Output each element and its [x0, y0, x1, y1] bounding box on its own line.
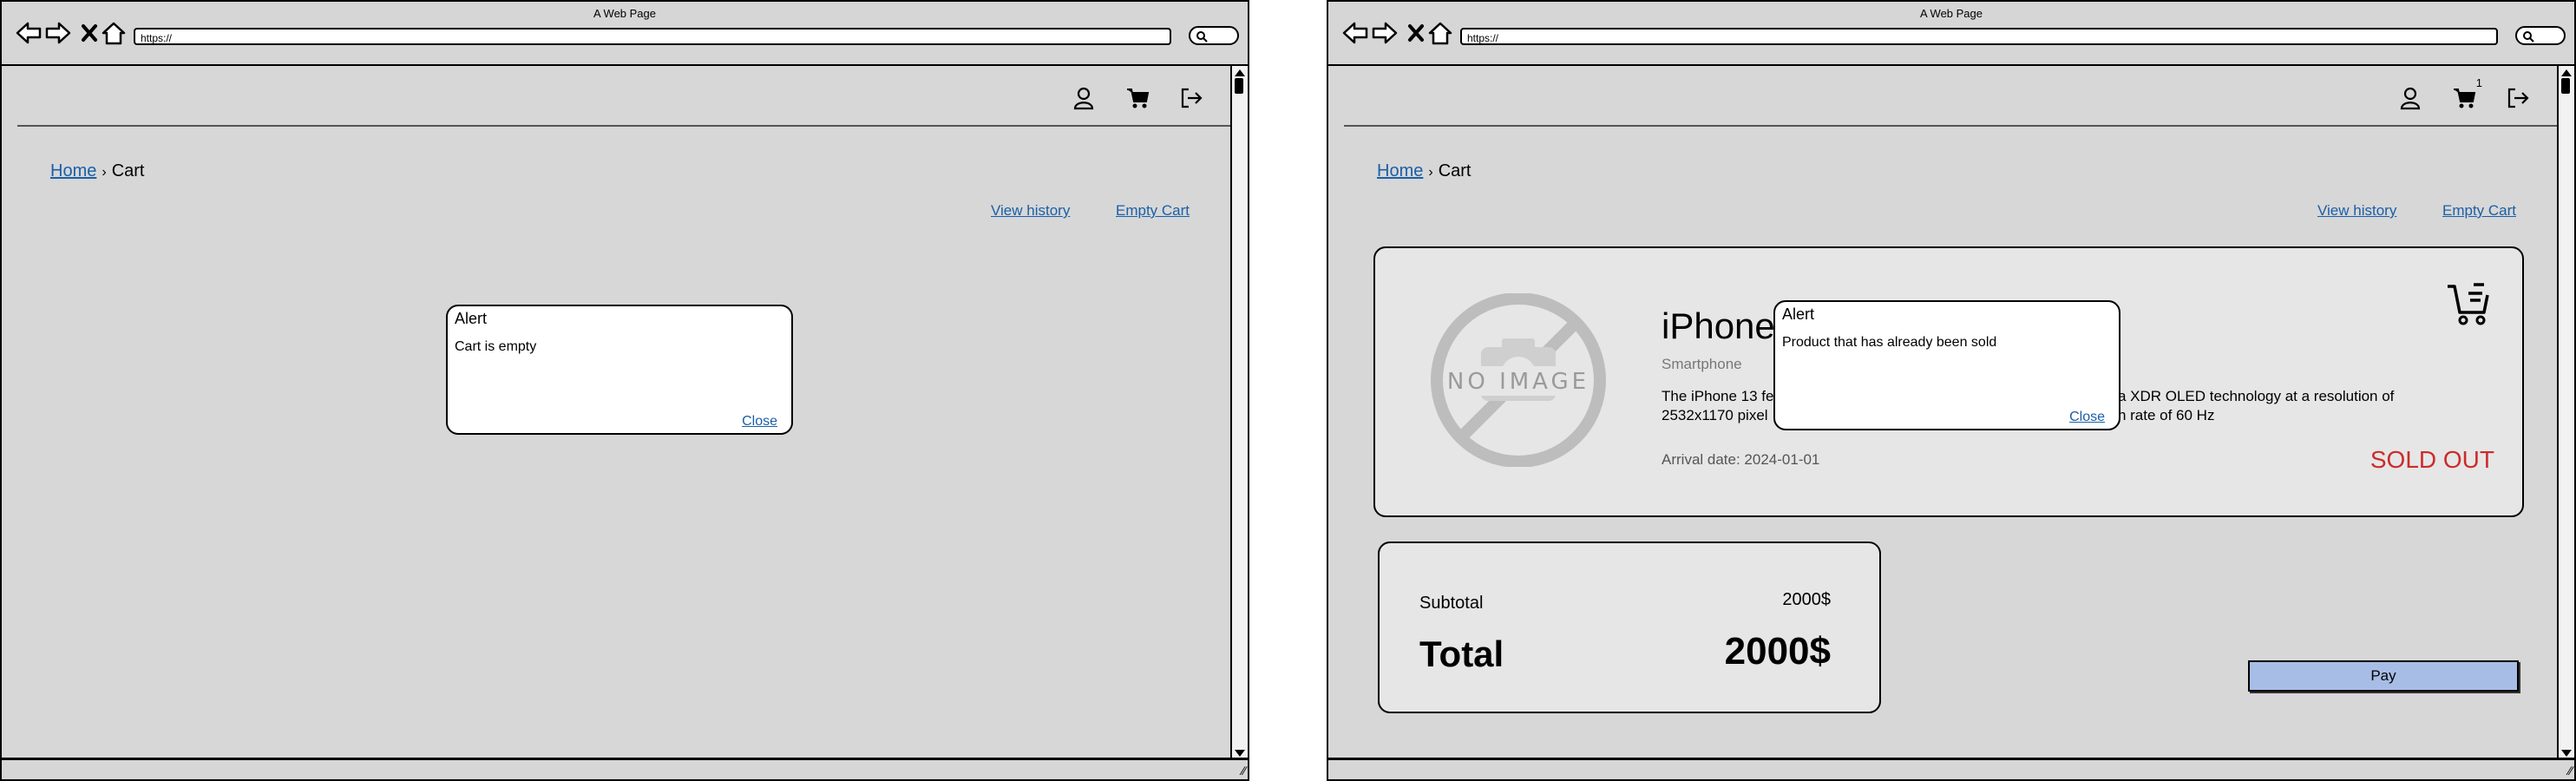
vertical-scrollbar[interactable]	[2557, 66, 2574, 760]
user-icon[interactable]	[1071, 85, 1097, 111]
alert-dialog: Alert Cart is empty Close	[446, 305, 793, 435]
vertical-scrollbar[interactable]	[1230, 66, 1248, 760]
total-value: 2000$	[1724, 630, 1831, 673]
scroll-up-arrow[interactable]	[1235, 69, 1245, 76]
description-line2-start: 2532x1170 pixel	[1662, 407, 1768, 423]
cart-icon[interactable]: 1	[2451, 76, 2482, 111]
search-field[interactable]	[2515, 26, 2566, 45]
browser-window-left: A Web Page https:// Home › Cart View his…	[0, 0, 1249, 781]
url-bar[interactable]: https://	[134, 28, 1171, 45]
breadcrumb: Home › Cart	[50, 161, 144, 181]
pay-button[interactable]: Pay	[2248, 660, 2519, 692]
subtotal-value: 2000$	[1782, 590, 1831, 609]
description-line1-start: The iPhone 13 fe	[1662, 388, 1774, 404]
alert-close-link[interactable]: Close	[742, 414, 777, 430]
view-history-link[interactable]: View history	[991, 202, 1070, 220]
sold-out-label: SOLD OUT	[2370, 446, 2494, 473]
header-divider	[17, 125, 1232, 127]
alert-close-link[interactable]: Close	[2069, 410, 2105, 425]
empty-cart-link[interactable]: Empty Cart	[2442, 202, 2516, 220]
breadcrumb-separator: ›	[102, 165, 107, 180]
forward-arrow-icon[interactable]	[43, 19, 73, 47]
add-to-cart-icon[interactable]	[2444, 279, 2493, 328]
scroll-up-arrow[interactable]	[2561, 69, 2572, 76]
user-icon[interactable]	[2397, 85, 2423, 111]
url-bar[interactable]: https://	[1460, 28, 2498, 45]
arrival-date: Arrival date: 2024-01-01	[1662, 451, 1820, 468]
back-arrow-icon[interactable]	[1340, 19, 1370, 47]
browser-titlebar: A Web Page https://	[2, 2, 1248, 67]
window-title: A Web Page	[1919, 7, 1983, 20]
breadcrumb: Home › Cart	[1377, 161, 1471, 181]
breadcrumb-home-link[interactable]: Home	[1377, 161, 1423, 180]
search-icon	[1196, 31, 1208, 43]
page-viewport: Home › Cart View history Empty Cart Alert …	[2, 66, 1232, 757]
back-arrow-icon[interactable]	[14, 19, 43, 47]
order-summary: Subtotal 2000$ Total 2000$	[1378, 541, 1881, 713]
header-divider	[1344, 125, 2559, 127]
breadcrumb-separator: ›	[1428, 165, 1433, 180]
scroll-thumb[interactable]	[1235, 78, 1243, 94]
page-viewport: 1 Home › Cart View history Empty Cart NO I…	[1328, 66, 2559, 757]
view-history-link[interactable]: View history	[2317, 202, 2396, 220]
alert-dialog: Alert Product that has already been sold…	[1773, 300, 2120, 430]
window-title: A Web Page	[593, 7, 657, 20]
status-bar: ∕∕	[1328, 758, 2574, 779]
browser-titlebar: A Web Page https://	[1328, 2, 2574, 67]
alert-message: Cart is empty	[455, 339, 537, 354]
alert-title: Alert	[455, 310, 488, 327]
alert-title: Alert	[1782, 305, 1815, 323]
product-category: Smartphone	[1662, 356, 1742, 372]
breadcrumb-home-link[interactable]: Home	[50, 161, 96, 180]
total-label: Total	[1419, 633, 1504, 674]
scroll-thumb[interactable]	[2561, 78, 2570, 94]
breadcrumb-current: Cart	[1438, 161, 1472, 180]
cart-count-badge: 1	[2475, 76, 2482, 89]
breadcrumb-current: Cart	[111, 161, 145, 180]
scroll-down-arrow[interactable]	[1235, 750, 1245, 757]
no-image-icon: NO IMAGE	[1427, 292, 1609, 468]
status-bar: ∕∕	[2, 758, 1248, 779]
resize-grip-icon[interactable]: ∕∕	[1242, 764, 1246, 778]
alert-message: Product that has already been sold	[1782, 335, 1997, 350]
no-image-text: NO IMAGE	[1447, 369, 1590, 395]
subtotal-label: Subtotal	[1419, 594, 1484, 613]
logout-icon[interactable]	[2505, 85, 2531, 111]
search-icon	[2523, 31, 2534, 43]
resize-grip-icon[interactable]: ∕∕	[2568, 764, 2573, 778]
cart-icon[interactable]	[1124, 85, 1150, 111]
description-line1-end: tina XDR OLED technology at a resolution…	[2102, 388, 2395, 404]
home-icon[interactable]	[99, 19, 128, 47]
search-field[interactable]	[1189, 26, 1239, 45]
logout-icon[interactable]	[1178, 85, 1204, 111]
home-icon[interactable]	[1426, 19, 1455, 47]
browser-window-right: A Web Page https:// 1 Home › Cart View h…	[1327, 0, 2576, 781]
empty-cart-link[interactable]: Empty Cart	[1116, 202, 1190, 220]
product-name: iPhone	[1662, 305, 1775, 346]
forward-arrow-icon[interactable]	[1370, 19, 1399, 47]
scroll-down-arrow[interactable]	[2561, 750, 2572, 757]
